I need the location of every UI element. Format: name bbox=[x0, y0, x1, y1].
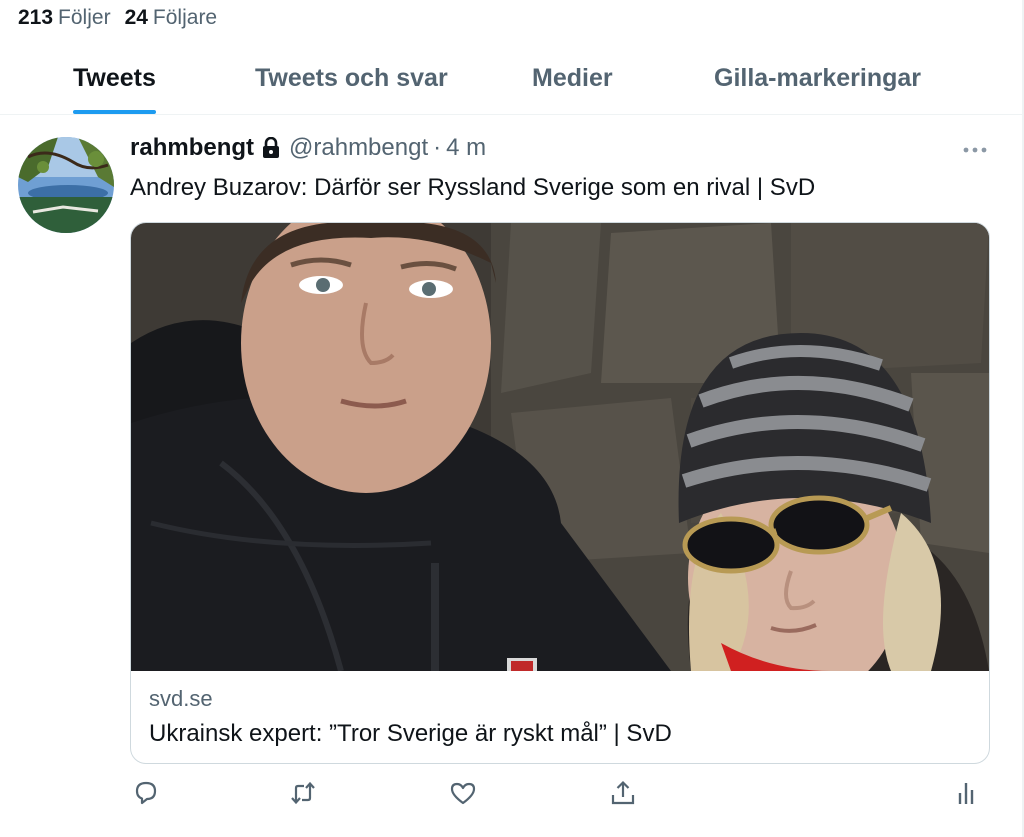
card-image bbox=[131, 223, 989, 703]
reply-icon[interactable] bbox=[131, 778, 161, 808]
tweet-header: rahmbengt @rahmbengt · 4 m bbox=[130, 134, 486, 162]
separator-dot: · bbox=[433, 134, 442, 161]
tab-tweets-and-replies-label: Tweets och svar bbox=[255, 64, 448, 92]
tweet[interactable]: rahmbengt @rahmbengt · 4 m Andrey Buzaro… bbox=[0, 114, 1022, 834]
avatar[interactable] bbox=[18, 137, 114, 233]
link-preview-card[interactable]: svd.se Ukrainsk expert: ”Tror Sverige är… bbox=[130, 222, 990, 764]
tab-tweets-and-replies[interactable]: Tweets och svar bbox=[255, 56, 448, 114]
user-handle[interactable]: @rahmbengt bbox=[289, 134, 428, 162]
more-options-icon[interactable] bbox=[962, 140, 988, 160]
following-link[interactable]: 213 Följer bbox=[18, 6, 111, 30]
card-domain: svd.se bbox=[149, 686, 213, 711]
following-label: Följer bbox=[58, 6, 111, 29]
lock-icon bbox=[261, 137, 281, 159]
card-title: Ukrainsk expert: ”Tror Sverige är ryskt … bbox=[149, 720, 672, 747]
share-icon[interactable] bbox=[608, 778, 638, 808]
following-count: 213 bbox=[18, 6, 54, 29]
followers-link[interactable]: 24 Följare bbox=[125, 6, 218, 30]
follow-stats: 213 Följer 24 Följare bbox=[18, 6, 217, 30]
tab-media[interactable]: Medier bbox=[532, 56, 613, 114]
tab-tweets-label: Tweets bbox=[73, 64, 156, 92]
like-icon[interactable] bbox=[448, 778, 478, 808]
tab-likes[interactable]: Gilla-markeringar bbox=[714, 56, 921, 114]
tab-tweets[interactable]: Tweets bbox=[73, 56, 156, 114]
followers-count: 24 bbox=[124, 6, 148, 29]
retweet-icon[interactable] bbox=[288, 778, 318, 808]
display-name[interactable]: rahmbengt bbox=[130, 134, 254, 162]
tweet-text: Andrey Buzarov: Därför ser Ryssland Sver… bbox=[130, 174, 816, 201]
card-info: svd.se Ukrainsk expert: ”Tror Sverige är… bbox=[131, 672, 989, 763]
analytics-icon[interactable] bbox=[952, 778, 982, 808]
tab-likes-label: Gilla-markeringar bbox=[714, 64, 922, 92]
tab-media-label: Medier bbox=[532, 64, 613, 92]
profile-tabs: Tweets Tweets och svar Medier Gilla-mark… bbox=[0, 56, 1022, 115]
followers-label: Följare bbox=[152, 6, 218, 29]
tweet-timestamp[interactable]: 4 m bbox=[446, 134, 486, 162]
